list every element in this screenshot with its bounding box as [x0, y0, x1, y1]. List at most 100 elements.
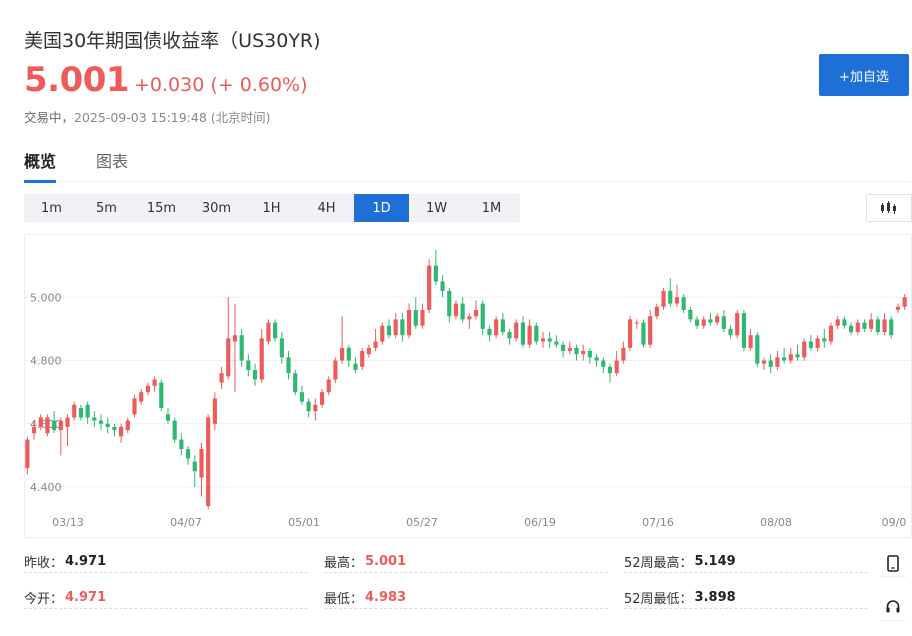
candle-body — [246, 360, 251, 370]
timestamp: 2025-09-03 15:19:48 (北京时间) — [74, 110, 271, 125]
candle-body — [587, 351, 592, 358]
candle-body — [721, 316, 726, 329]
candle-body — [427, 265, 432, 310]
candle-body — [782, 357, 787, 361]
candlestick-chart[interactable]: 4.4004.6004.8005.00003/1304/0705/0105/27… — [24, 234, 910, 536]
support-button[interactable] — [880, 594, 906, 621]
period-30m[interactable]: 30m — [189, 194, 244, 222]
headset-icon — [886, 600, 900, 613]
candle-body — [835, 319, 840, 326]
candle-body — [641, 322, 646, 345]
candle-body — [105, 423, 110, 427]
candle-body — [386, 325, 392, 336]
candle-body — [554, 341, 559, 345]
x-tick-label: 05/01 — [288, 516, 320, 529]
candle-body — [400, 319, 405, 336]
candle-body — [634, 322, 639, 324]
candle-body — [447, 290, 452, 317]
period-1h[interactable]: 1H — [244, 194, 299, 222]
candle-body — [728, 328, 733, 336]
candle-body — [715, 316, 720, 323]
candle-body — [45, 417, 50, 434]
candle-body — [185, 449, 191, 459]
candle-body — [179, 439, 184, 450]
period-5m[interactable]: 5m — [79, 194, 134, 222]
stat-low: 最低： 4.983 — [324, 586, 608, 609]
period-4h[interactable]: 4H — [299, 194, 354, 222]
candle-body — [842, 319, 847, 326]
candle-body — [453, 303, 459, 317]
tab-chart[interactable]: 图表 — [96, 148, 128, 180]
y-tick-label: 5.000 — [30, 291, 62, 304]
candle-body — [219, 373, 224, 383]
candle-body — [252, 370, 258, 380]
stat-value: 5.149 — [694, 553, 736, 569]
price-change: +0.030 (+ 0.60%) — [134, 74, 308, 96]
candle-body — [487, 328, 492, 336]
candle-body — [380, 325, 385, 342]
candle-body — [828, 325, 834, 342]
candle-body — [52, 420, 57, 431]
candle-body — [172, 420, 177, 440]
period-1w[interactable]: 1W — [409, 194, 464, 222]
candle-body — [433, 265, 438, 282]
stat-52wk-high: 52周最高： 5.149 — [624, 550, 868, 573]
candle-body — [688, 309, 693, 320]
x-tick-label: 04/07 — [170, 516, 202, 529]
candle-body — [654, 306, 659, 317]
stat-52wk-low: 52周最低： 3.898 — [624, 586, 868, 609]
stat-label: 昨收： — [24, 555, 64, 571]
candle-body — [614, 360, 619, 374]
candle-body — [561, 344, 566, 352]
stat-label: 今开： — [24, 591, 64, 607]
tab-bar: 概览 图表 — [24, 148, 910, 183]
candle-body — [145, 385, 150, 393]
chart-type-button[interactable] — [866, 194, 912, 222]
candle-body — [540, 338, 546, 342]
candle-body — [313, 404, 318, 412]
candle-body — [627, 319, 633, 348]
stat-prev-close: 昨收： 4.971 — [24, 550, 308, 573]
candle-body — [668, 290, 673, 304]
candle-body — [574, 347, 579, 355]
candle-body — [125, 420, 130, 431]
period-1m[interactable]: 1m — [24, 194, 79, 222]
mobile-button[interactable] — [880, 550, 906, 577]
candle-body — [875, 319, 880, 333]
candle-body — [259, 338, 264, 380]
candle-body — [822, 338, 827, 342]
candle-body — [815, 338, 820, 348]
tab-overview[interactable]: 概览 — [24, 148, 57, 183]
candle-body — [507, 332, 512, 339]
candle-body — [373, 341, 378, 348]
candle-body — [78, 407, 84, 418]
candle-body — [112, 426, 117, 431]
candle-body — [72, 404, 77, 418]
candle-body — [661, 290, 666, 307]
stat-value: 5.001 — [365, 553, 407, 569]
x-tick-label: 03/13 — [52, 516, 84, 529]
candle-body — [273, 322, 278, 339]
candle-body — [266, 322, 271, 342]
candle-body — [226, 338, 231, 377]
period-1d[interactable]: 1D — [354, 194, 409, 222]
candle-body — [306, 401, 311, 412]
candle-body — [65, 417, 70, 427]
candle-body — [862, 322, 867, 329]
period-15m[interactable]: 15m — [134, 194, 189, 222]
candle-body — [38, 417, 43, 427]
candle-body — [768, 360, 773, 367]
candle-body — [159, 382, 164, 408]
period-1mo[interactable]: 1M — [464, 194, 519, 222]
add-watchlist-button[interactable]: +加自选 — [819, 54, 909, 96]
candle-body — [694, 319, 700, 326]
candle-body — [741, 313, 747, 348]
candle-body — [889, 319, 894, 336]
candle-body — [735, 313, 740, 336]
candlestick-icon — [881, 201, 896, 214]
y-tick-label: 4.400 — [30, 481, 62, 494]
candle-body — [286, 357, 291, 374]
candle-body — [460, 303, 465, 320]
stat-value: 4.983 — [365, 589, 407, 605]
candle-body — [333, 360, 338, 380]
